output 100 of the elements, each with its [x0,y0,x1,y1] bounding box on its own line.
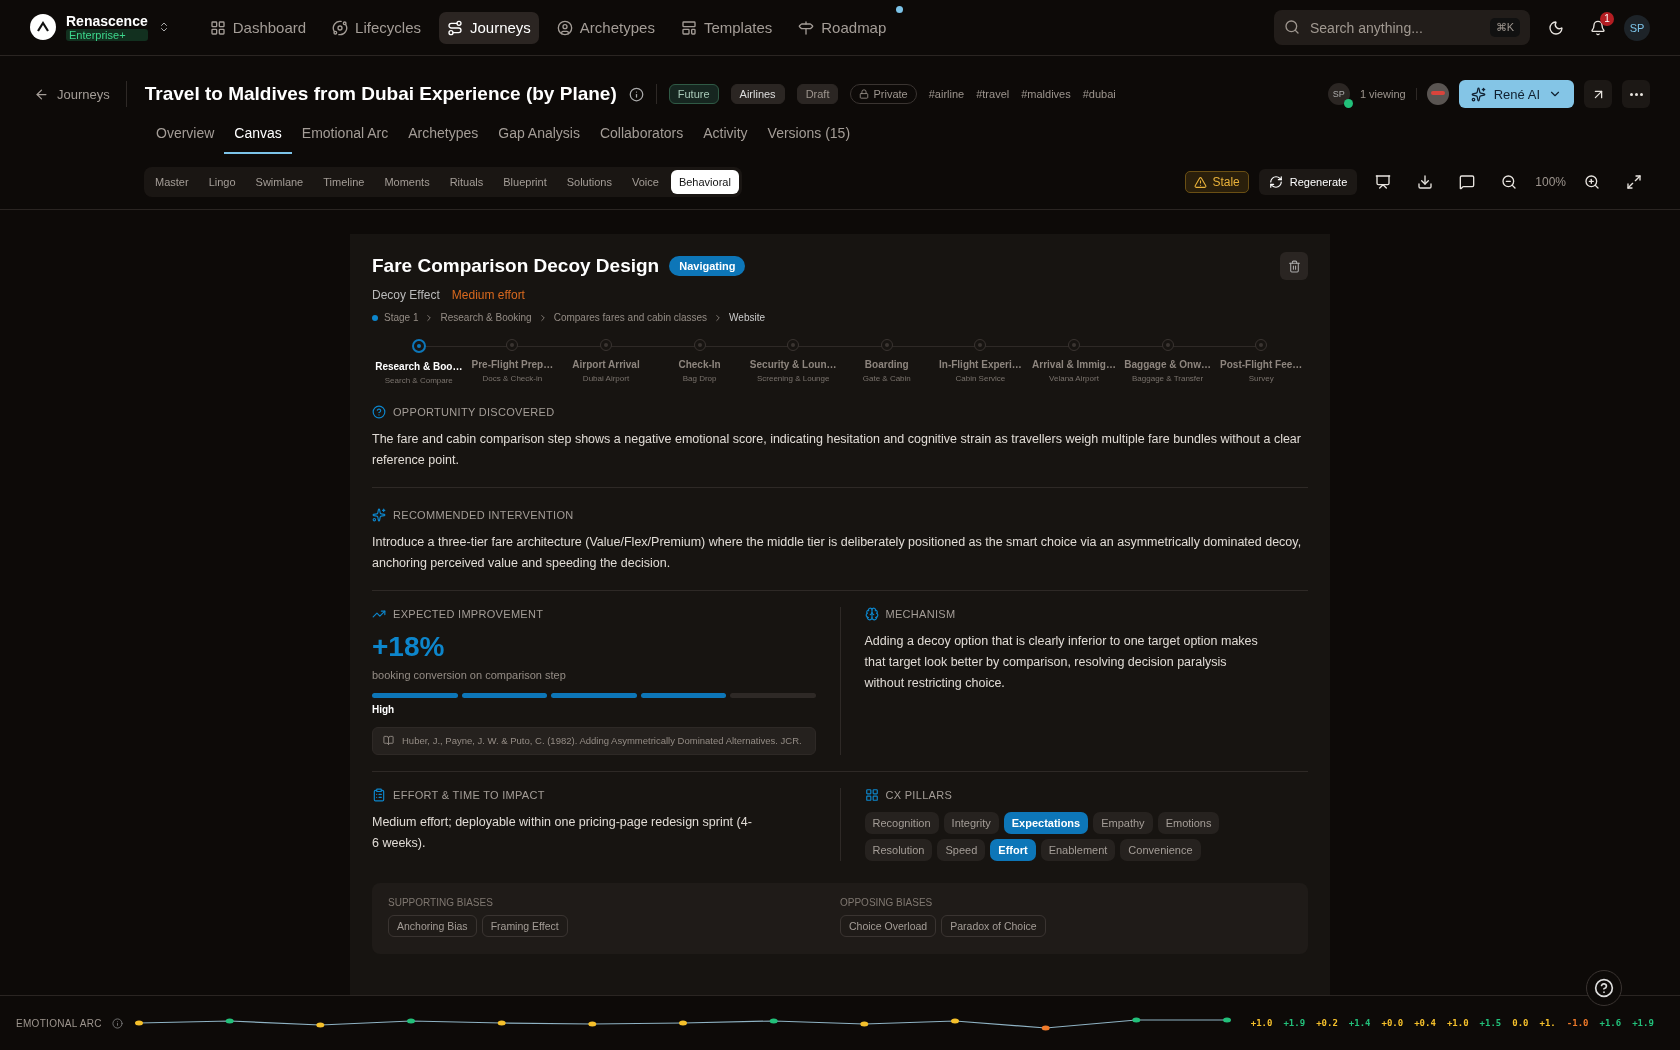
nav-item[interactable]: Dashboard [201,11,315,44]
stage-node[interactable] [974,339,987,351]
arc-score: -1.0 [1566,1018,1589,1028]
bell-icon [1590,19,1606,36]
stage-name[interactable]: Boarding [864,359,909,370]
stage-name[interactable]: Airport Arrival [572,359,640,370]
regenerate-button[interactable]: Regenerate [1258,169,1358,195]
arc-label: EMOTIONAL ARC [16,1017,102,1029]
nav-item[interactable]: Archetypes [548,11,663,44]
stage-node[interactable] [1068,339,1080,351]
arc-score: +1.6 [1599,1018,1622,1028]
nav-item[interactable]: Lifecycles [324,11,429,44]
intervention-text: Introduce a three-tier fare architecture (Value/Flex/Premium) where the middle tier is deliberately positioned as the smart choice via an asymmetrically dominated decoy, anchoring perceived value and speeding the decision. [372,534,1303,572]
stage-name[interactable]: Check-In [678,359,721,370]
pillar-chip: Speed [937,839,986,861]
info-icon[interactable] [628,86,644,102]
view-tab[interactable]: Rituals [441,170,492,194]
stage-subtitle: Cabin Service [955,374,1006,383]
presentation-icon [1375,174,1392,190]
view-tab[interactable]: Behavioral [670,170,739,194]
hashtag[interactable]: #maldives [1021,88,1071,100]
delete-button[interactable] [1280,252,1308,280]
view-tab[interactable]: Blueprint [495,170,555,194]
stage-name[interactable]: Research & Boo… [375,361,463,372]
tab[interactable]: Activity [693,114,758,154]
user-icon [556,19,573,36]
view-tab[interactable]: Lingo [200,170,244,194]
more-button[interactable] [1622,80,1650,108]
stage-name[interactable]: Post-Flight Fee… [1220,359,1303,370]
arc-score: +1.4 [1348,1018,1371,1028]
tab[interactable]: Overview [146,114,225,154]
nav-item[interactable]: Roadmap [790,11,895,44]
view-tab[interactable]: Moments [376,170,438,194]
nav-item[interactable]: Journeys [438,11,539,44]
view-tab[interactable]: Timeline [315,170,373,194]
back-link[interactable]: Journeys [34,81,127,107]
view-tab[interactable]: Swimlane [247,170,312,194]
stage-node[interactable] [693,339,706,351]
open-external-button[interactable] [1584,80,1612,108]
warning-icon [1194,175,1208,189]
arc-score: +0.0 [1381,1018,1404,1028]
stage-node[interactable] [880,339,893,351]
stage-subtitle: Search & Compare [384,376,453,385]
help-icon [1594,978,1614,998]
view-tab[interactable]: Voice [623,170,667,194]
bias-chip: Anchoring Bias [388,915,477,937]
breadcrumb-item: Compares fares and cabin classes [553,312,708,323]
user-avatar[interactable]: SP [1624,14,1650,41]
lock-icon [859,89,870,99]
tab[interactable]: Archetypes [398,114,489,154]
stage-node[interactable] [506,339,519,351]
arc-score: +1.9 [1632,1018,1654,1028]
clipboard-icon [372,788,386,802]
arc-score: +1.5 [1479,1018,1502,1028]
hashtag[interactable]: #airline [928,88,965,100]
template-icon [680,19,697,36]
stage-node[interactable] [1161,339,1174,351]
stage-name[interactable]: Baggage & Onw… [1124,359,1211,370]
tab[interactable]: Canvas [224,114,292,154]
stage-name[interactable]: In-Flight Experi… [939,359,1022,370]
sparkles-icon [1470,86,1486,102]
section-heading: EXPECTED IMPROVEMENT [393,608,544,620]
logo-icon[interactable] [30,14,56,41]
pillar-chip: Effort [990,839,1036,861]
stage-name[interactable]: Arrival & Immig… [1032,359,1116,370]
stage-node[interactable] [1255,339,1268,351]
help-button[interactable] [1586,970,1622,1006]
zoom-in-icon [1584,174,1600,190]
signpost-icon [798,19,815,36]
notifications-button[interactable]: 1 [1582,11,1614,44]
stage-node[interactable] [787,339,800,351]
viewer-avatar: SP [1327,83,1350,105]
tab[interactable]: Collaborators [589,114,694,154]
view-tab[interactable]: Solutions [558,170,620,194]
stage-node[interactable] [411,339,426,353]
viewing-count: 1 viewing [1359,88,1417,100]
nav-item[interactable]: Templates [672,11,781,44]
breadcrumb-item: Website [729,312,766,323]
stage-name[interactable]: Pre-Flight Prep… [471,359,554,370]
bias-chip: Framing Effect [481,915,568,937]
book-icon [383,735,394,746]
shortcut-key: ⌘K [1489,18,1520,37]
stage-dot-icon [372,314,378,321]
grid-icon [864,788,879,802]
arc-score: +1.0 [1250,1018,1273,1028]
view-tab[interactable]: Master [147,170,197,194]
hashtag[interactable]: #travel [976,88,1010,100]
hashtag[interactable]: #dubai [1082,88,1116,100]
effort-label: Medium effort [451,288,525,302]
download-icon [1417,174,1434,190]
stage-name[interactable]: Security & Loun… [749,359,837,370]
section-heading: OPPORTUNITY DISCOVERED [393,406,555,418]
effort-text: Medium effort; deployable within one pricing-page redesign sprint (4-6 weeks). [372,814,752,852]
stage-node[interactable] [600,339,612,351]
tab[interactable]: Versions (15) [757,114,861,154]
search-icon [1284,19,1300,35]
ai-assistant-button[interactable]: René AI [1458,80,1574,108]
tab[interactable]: Emotional Arc [291,114,399,154]
tab[interactable]: Gap Analysis [488,114,590,154]
pillar-chip: Recognition [864,812,939,834]
